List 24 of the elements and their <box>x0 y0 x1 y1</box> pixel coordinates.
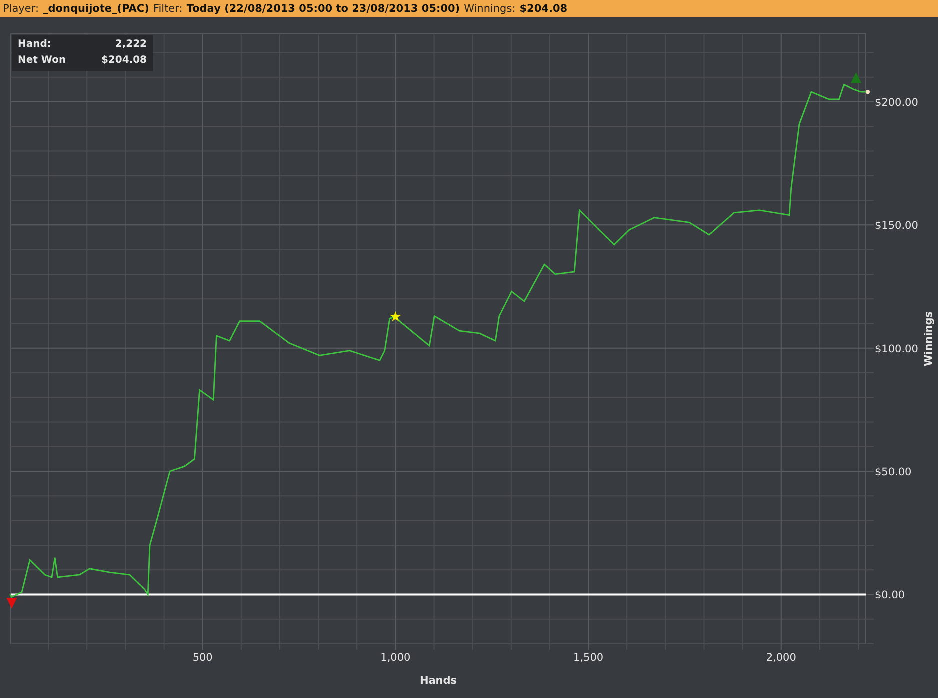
x-tick-label: 1,500 <box>574 652 604 664</box>
y-tick-label: $150.00 <box>875 220 918 232</box>
info-label: Hand: <box>18 38 52 52</box>
y-tick-label: $200.00 <box>875 96 918 109</box>
x-tick-label: 2,000 <box>766 652 796 664</box>
y-axis-title: Winnings <box>923 312 935 366</box>
y-tick-label: $100.00 <box>875 343 918 356</box>
winnings-value: $204.08 <box>520 2 568 14</box>
chart-marker: ▼ <box>6 595 18 612</box>
end-point-dot <box>866 90 870 94</box>
chart-marker: ▲ <box>850 70 862 86</box>
y-tick-label: $50.00 <box>875 466 912 479</box>
y-tick-label: $0.00 <box>875 590 906 602</box>
x-tick-label: 1,000 <box>380 652 411 664</box>
x-tick-label: 500 <box>192 652 213 664</box>
info-value: 2,222 <box>114 38 147 52</box>
filter-label: Filter: <box>153 2 183 14</box>
x-axis-title: Hands <box>420 675 458 687</box>
filter-value: Today (22/08/2013 05:00 to 23/08/2013 05:00) <box>186 2 460 14</box>
player-name: _donquijote_(PAC) <box>43 2 150 14</box>
info-label: Net Won <box>18 54 68 68</box>
winnings-label: Winnings: <box>464 2 516 14</box>
player-label: Player: <box>3 2 40 14</box>
info-value: $204.08 <box>101 54 147 68</box>
